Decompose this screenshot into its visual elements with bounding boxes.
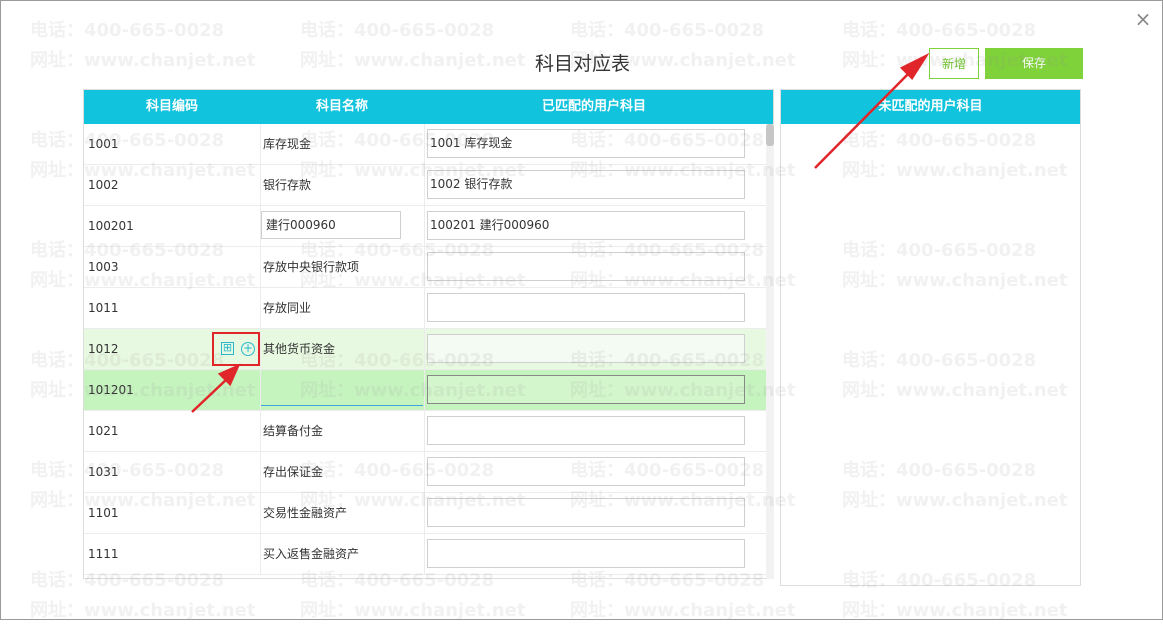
- row-name: 存放同业: [263, 301, 312, 315]
- row-code: 1111: [88, 547, 119, 561]
- matched-input[interactable]: 1002 银行存款: [427, 170, 745, 199]
- table-row[interactable]: 1021 结算备付金: [84, 411, 768, 452]
- table-row[interactable]: 1001 库存现金 1001 库存现金: [84, 124, 768, 165]
- row-code: 1001: [88, 137, 119, 151]
- name-input[interactable]: 建行000960: [261, 211, 401, 239]
- matched-input[interactable]: [427, 334, 745, 363]
- header-code: 科目编码: [145, 99, 198, 114]
- unmatched-header: 未匹配的用户科目: [781, 90, 1080, 124]
- table-row-selected[interactable]: 101201: [84, 370, 768, 411]
- scrollbar-thumb[interactable]: [766, 124, 774, 146]
- row-code: 100201: [88, 219, 134, 233]
- row-code: 1002: [88, 178, 119, 192]
- row-code: 1031: [88, 465, 119, 479]
- row-name: 存出保证金: [263, 465, 324, 479]
- row-name: 交易性金融资产: [263, 506, 348, 520]
- row-name: 库存现金: [263, 137, 312, 151]
- matched-input[interactable]: [427, 375, 745, 404]
- expand-icon[interactable]: ⊞: [221, 342, 234, 355]
- row-code: 1011: [88, 301, 119, 315]
- new-button[interactable]: 新增: [929, 48, 979, 79]
- save-button[interactable]: 保存: [985, 48, 1083, 79]
- table-row[interactable]: 1002 银行存款 1002 银行存款: [84, 165, 768, 206]
- row-name: 其他货币资金: [263, 342, 336, 356]
- row-name: 结算备付金: [263, 424, 324, 438]
- row-code: 1003: [88, 260, 119, 274]
- matched-input[interactable]: [427, 252, 745, 281]
- table-row[interactable]: 1012 其他货币资金: [84, 329, 768, 370]
- mapping-table: 科目编码 科目名称 已匹配的用户科目 1001 库存现金 1001 库存现金 1…: [83, 89, 774, 579]
- row-code: 1021: [88, 424, 119, 438]
- table-header: 科目编码 科目名称 已匹配的用户科目: [84, 90, 773, 124]
- row-code: 1012: [88, 342, 119, 356]
- matched-input[interactable]: [427, 498, 745, 527]
- matched-input[interactable]: [427, 416, 745, 445]
- matched-input[interactable]: 100201 建行000960: [427, 211, 745, 240]
- dialog-title: 科目对应表: [534, 53, 630, 75]
- close-icon[interactable]: ×: [1134, 8, 1152, 30]
- table-row[interactable]: 1031 存出保证金: [84, 452, 768, 493]
- row-code: 101201: [88, 383, 134, 397]
- add-circle-icon[interactable]: +: [241, 342, 255, 356]
- row-code: 1101: [88, 506, 119, 520]
- header-name: 科目名称: [315, 99, 368, 114]
- row-name: 买入返售金融资产: [263, 547, 360, 561]
- matched-input[interactable]: [427, 457, 745, 486]
- table-row[interactable]: 1111 买入返售金融资产: [84, 534, 768, 575]
- table-row[interactable]: 1011 存放同业: [84, 288, 768, 329]
- table-row[interactable]: 1101 交易性金融资产: [84, 493, 768, 534]
- scrollbar-track[interactable]: [766, 124, 774, 579]
- matched-input[interactable]: [427, 539, 745, 568]
- table-row[interactable]: 100201 建行000960 100201 建行000960: [84, 206, 768, 247]
- unmatched-panel: 未匹配的用户科目: [780, 89, 1081, 586]
- header-matched: 已匹配的用户科目: [541, 99, 646, 114]
- matched-input[interactable]: 1001 库存现金: [427, 129, 745, 158]
- row-name: 存放中央银行款项: [263, 260, 360, 274]
- matched-input[interactable]: [427, 293, 745, 322]
- name-input[interactable]: [261, 378, 423, 406]
- row-name: 银行存款: [263, 178, 312, 192]
- row-action-icons: ⊞ +: [212, 332, 260, 366]
- table-row[interactable]: 1003 存放中央银行款项: [84, 247, 768, 288]
